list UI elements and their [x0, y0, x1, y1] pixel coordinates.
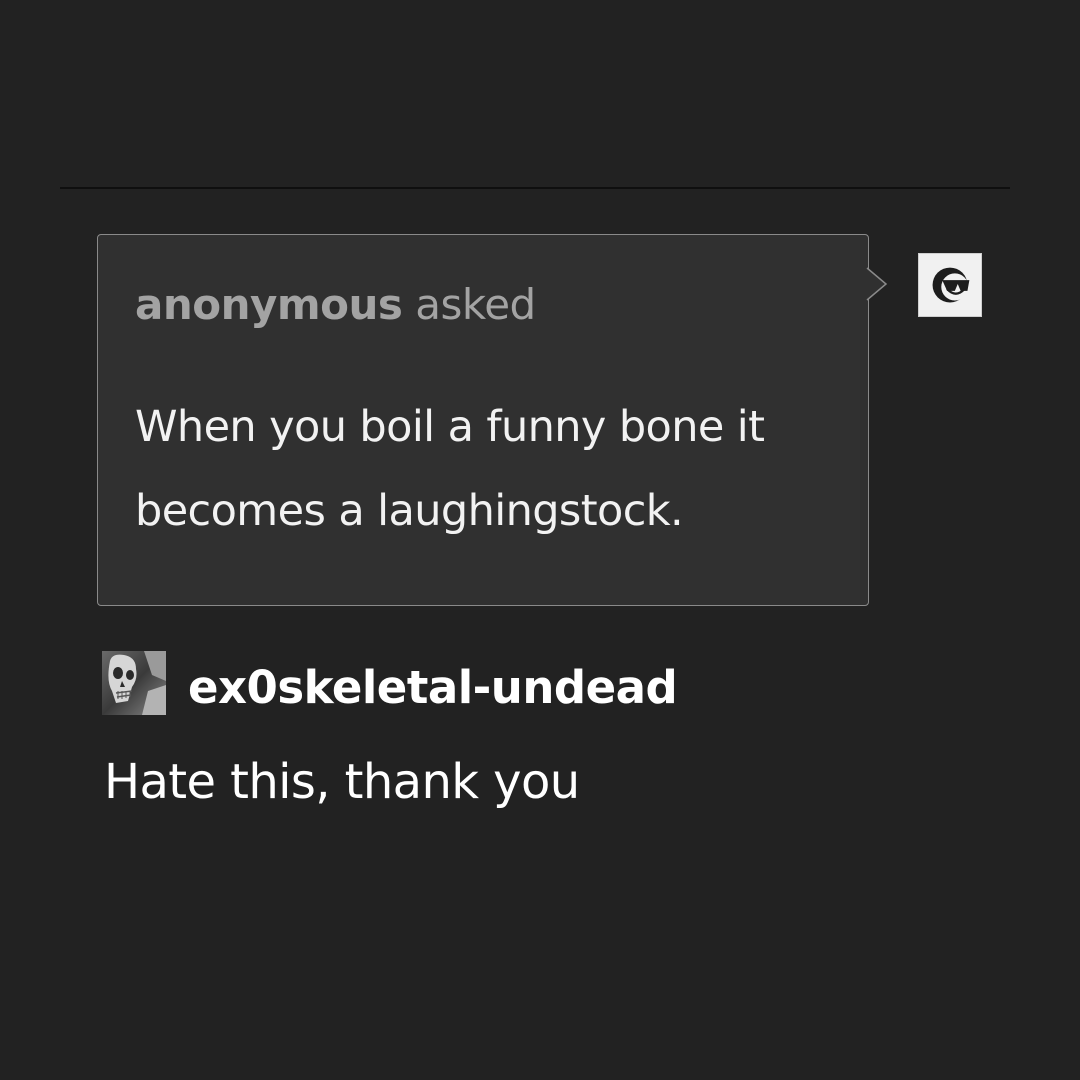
asker-avatar[interactable]: [918, 253, 982, 317]
asker-name[interactable]: anonymous: [135, 280, 403, 329]
ask-bubble: anonymous asked When you boil a funny bo…: [97, 234, 869, 606]
answerer-username[interactable]: ex0skeletal-undead: [188, 660, 678, 716]
answer-text: Hate this, thank you: [104, 754, 580, 810]
sunglasses-smiley-icon: [932, 267, 970, 303]
post-divider: [60, 187, 1010, 189]
bubble-tail: [866, 267, 888, 301]
asked-label: asked: [415, 280, 536, 329]
ask-header: anonymous asked: [135, 279, 536, 331]
ask-question: When you boil a funny bone it becomes a …: [135, 402, 765, 536]
answerer-avatar[interactable]: [102, 651, 166, 715]
skull-avatar-icon: [102, 651, 166, 715]
